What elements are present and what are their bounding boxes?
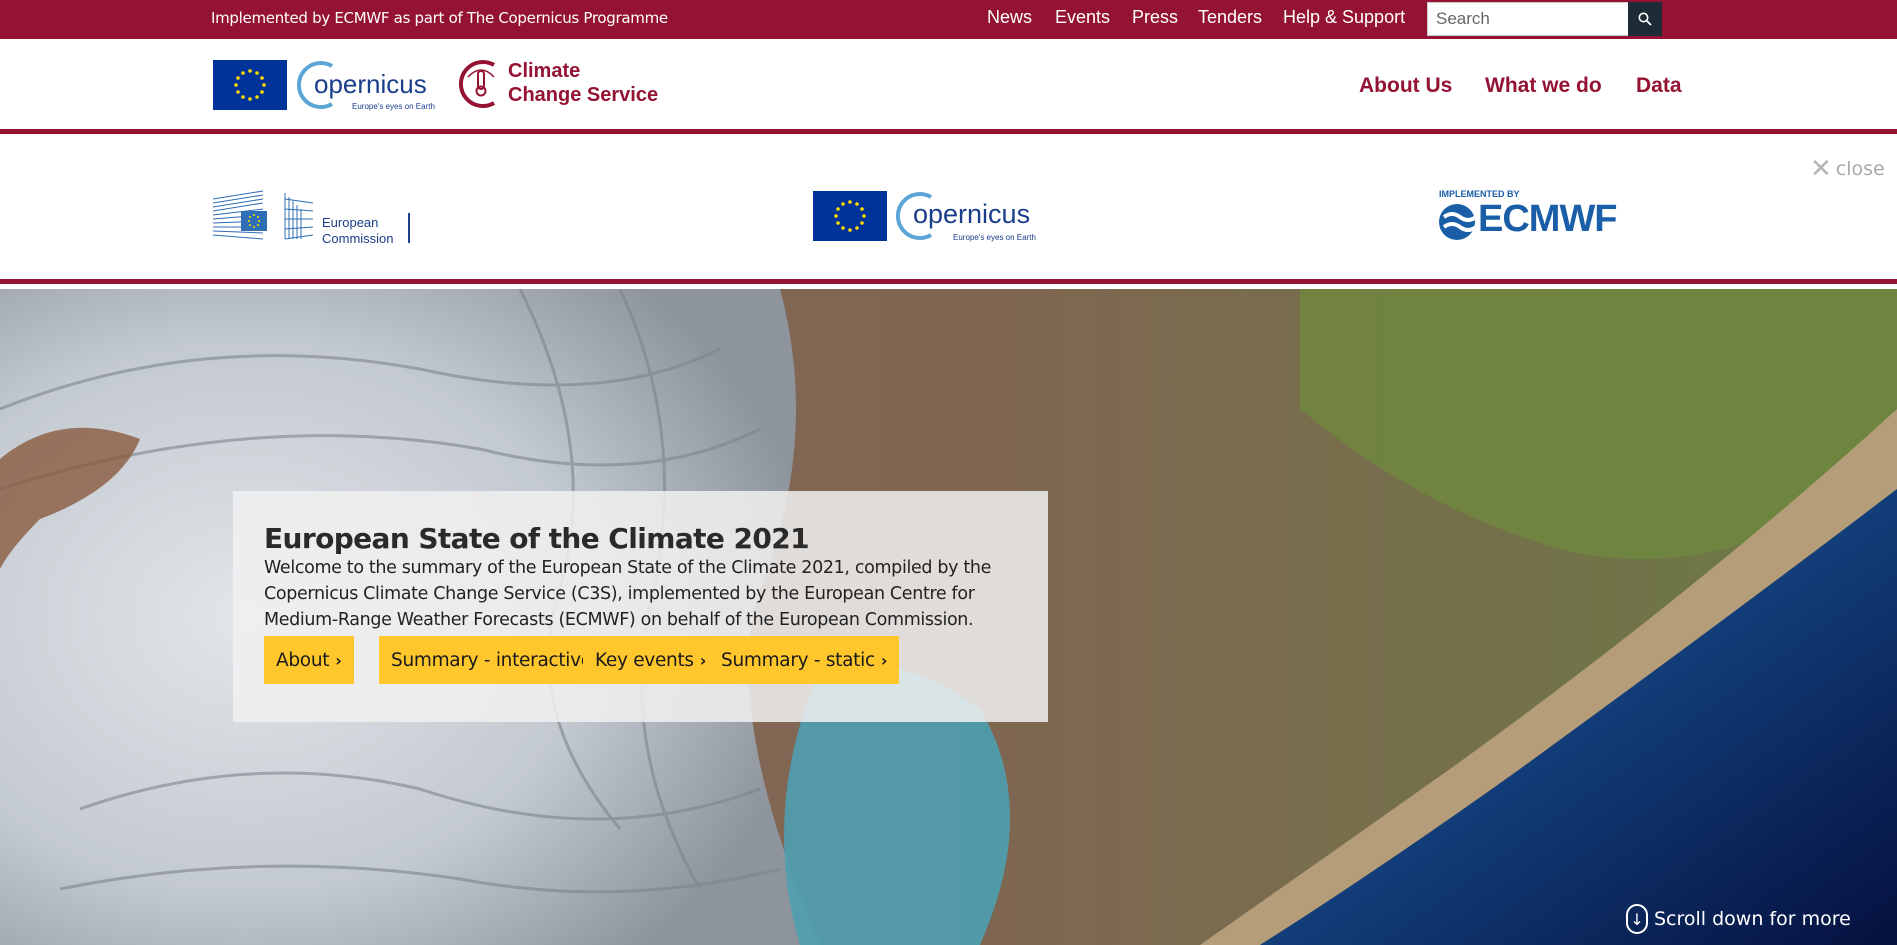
nav-about-us[interactable]: About Us [1359,74,1452,98]
scroll-down-link[interactable]: ↓ Scroll down for more [1626,904,1851,934]
ec-name-line1: European [322,215,379,230]
search-icon [1638,12,1652,26]
topnav-events[interactable]: Events [1055,7,1110,28]
implemented-by-text: Implemented by ECMWF as part of The Cope… [211,9,668,27]
partner-eu-flag-logo[interactable] [813,191,887,241]
european-commission-building-icon[interactable] [211,189,281,241]
about-button-label: About [276,649,330,671]
site-header: opernicus Europe's eyes on Earth Climate… [0,39,1897,134]
arrow-down-icon: ↓ [1626,904,1648,934]
search-input[interactable] [1427,2,1628,36]
copernicus-tagline: Europe's eyes on Earth [352,102,435,111]
hero-description: Welcome to the summary of the European S… [264,558,992,630]
c3s-title-line1: Climate [508,60,581,82]
key-events-button-label: Key events [595,649,694,671]
chevron-right-icon: › [335,650,342,670]
summary-static-button[interactable]: Summary - static › [709,636,900,684]
close-icon: ✕ [1810,154,1832,184]
summary-interactive-button[interactable]: Summary - interactive › [379,636,617,684]
close-button[interactable]: ✕ close [1810,154,1885,184]
chevron-right-icon: › [880,650,888,670]
nav-what-we-do[interactable]: What we do [1485,74,1602,98]
eu-stars-icon [834,200,866,232]
ec-divider [408,213,410,243]
summary-interactive-button-label: Summary - interactive [391,649,592,671]
partner-copernicus-tagline: Europe's eyes on Earth [953,233,1036,242]
summary-static-button-label: Summary - static [721,649,875,671]
chevron-right-icon: › [699,650,707,670]
partner-copernicus-wordmark[interactable]: opernicus [913,199,1030,230]
eu-stars-icon [234,69,266,101]
c3s-title[interactable]: Climate Change Service [508,59,658,107]
scroll-down-label: Scroll down for more [1654,908,1851,930]
european-commission-lines-icon [284,193,314,240]
copernicus-wordmark[interactable]: opernicus [314,69,427,100]
close-label: close [1835,158,1885,180]
key-events-button[interactable]: Key events › [583,636,719,684]
topnav-tenders[interactable]: Tenders [1198,7,1262,28]
nav-data[interactable]: Data [1636,74,1682,98]
climate-change-service-icon [458,60,496,108]
eu-flag-logo[interactable] [213,60,287,110]
c3s-title-line2: Change Service [508,84,659,106]
hero-section: European State of the Climate 2021 Welco… [0,289,1897,945]
top-bar: Implemented by ECMWF as part of The Cope… [0,0,1897,39]
topnav-help-support[interactable]: Help & Support [1283,7,1405,28]
about-button[interactable]: About › [264,636,354,684]
partners-banner: European Commission opernicus Europe's e… [0,134,1897,284]
search-button[interactable] [1628,2,1662,36]
topnav-press[interactable]: Press [1132,7,1178,28]
hero-panel: European State of the Climate 2021 Welco… [233,491,1048,722]
topnav-news[interactable]: News [987,7,1032,28]
ecmwf-wordmark[interactable]: ECMWF [1478,198,1618,241]
hero-title: European State of the Climate 2021 [264,522,810,555]
ec-name-line2: Commission [322,231,394,246]
